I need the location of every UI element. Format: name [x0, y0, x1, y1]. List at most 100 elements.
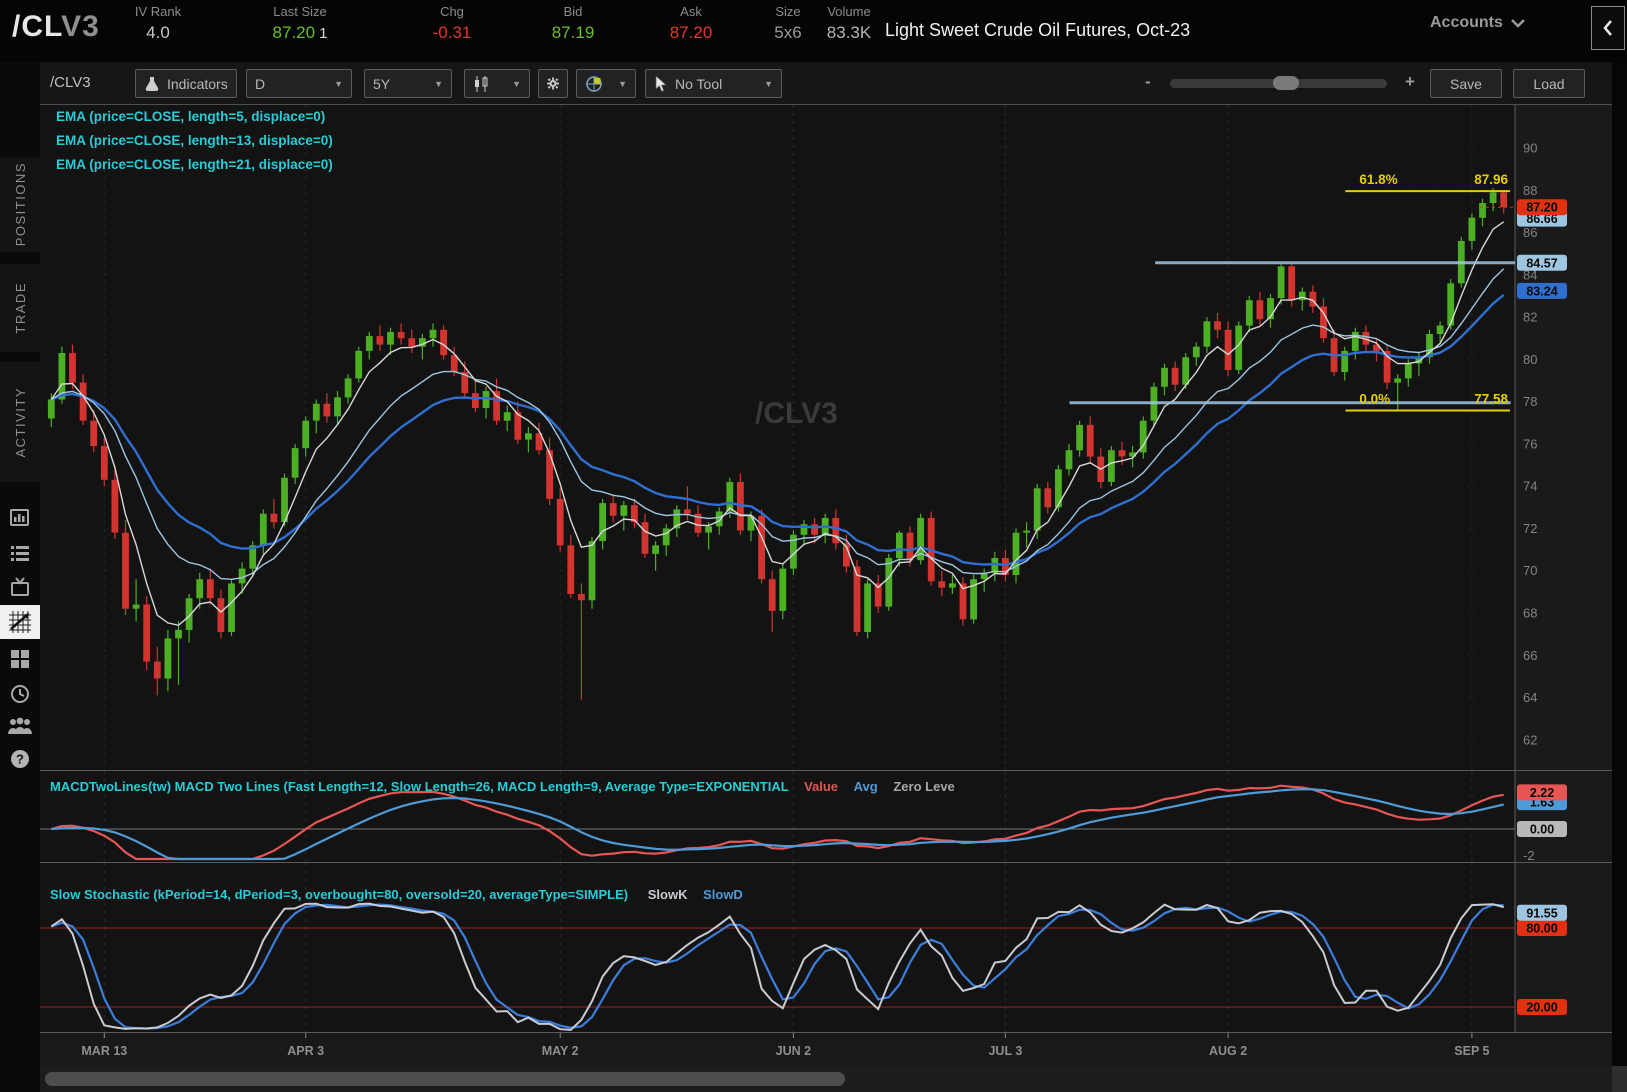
- time-axis-label: MAR 13: [81, 1044, 127, 1058]
- range-dropdown[interactable]: 5Y ▼: [364, 69, 452, 98]
- svg-text:77.58: 77.58: [1474, 392, 1508, 407]
- toolbar-symbol-label: /CLV3: [50, 74, 91, 91]
- chevron-down-icon: ▼: [618, 78, 627, 89]
- indicators-button[interactable]: Indicators: [135, 69, 237, 98]
- zoom-slider[interactable]: [1170, 76, 1387, 90]
- collapse-panel-button[interactable]: [1591, 6, 1625, 50]
- svg-text:86: 86: [1523, 225, 1537, 240]
- svg-text:83.24: 83.24: [1526, 284, 1557, 298]
- svg-text:88: 88: [1523, 183, 1537, 198]
- stochastic-panel: 80.00 20.00 91.55 Slow Stochastic (kPeriod…: [40, 862, 1627, 1032]
- timeframe-dropdown[interactable]: D ▼: [246, 69, 352, 98]
- axis-badge: 80.00: [1517, 920, 1567, 936]
- chart-type-dropdown[interactable]: ▼: [464, 69, 530, 98]
- axis-badge: 20.00: [1517, 999, 1567, 1015]
- svg-text:0.0%: 0.0%: [1359, 392, 1390, 407]
- quote-field-ask: Ask 87.20: [669, 4, 713, 42]
- svg-text:62: 62: [1523, 732, 1537, 747]
- collapsed-right-panel: [1612, 62, 1627, 1066]
- cursor-icon: [655, 75, 667, 92]
- svg-text:61.8%: 61.8%: [1359, 172, 1397, 187]
- accounts-dropdown[interactable]: Accounts: [1430, 14, 1525, 32]
- time-axis-label: SEP 5: [1454, 1044, 1489, 1058]
- help-icon[interactable]: ?: [0, 744, 40, 774]
- time-axis: MAR 13 APR 3 MAY 2 JUN 2 JUL 3 AUG 2 SEP 5: [40, 1032, 1627, 1066]
- time-axis-label: AUG 2: [1209, 1044, 1247, 1058]
- chart-settings-button[interactable]: [538, 69, 568, 98]
- drawing-set-dropdown[interactable]: ▼: [576, 69, 636, 98]
- quote-field-size: Size 5x6: [774, 4, 802, 42]
- candlestick-icon: [475, 75, 488, 92]
- svg-text:66: 66: [1523, 648, 1537, 663]
- quote-field-last-size: Last Size 87.20 1: [272, 4, 328, 42]
- active-tool-label: No Tool: [675, 75, 723, 92]
- symbol-title: /CLV3: [12, 10, 100, 43]
- quote-field-volume: Volume 83.3K: [826, 4, 872, 42]
- svg-text:78: 78: [1523, 394, 1537, 409]
- range-label: 5Y: [373, 75, 391, 92]
- accounts-label: Accounts: [1430, 14, 1503, 31]
- watchlist-icon[interactable]: [0, 538, 40, 568]
- chevron-down-icon: ▼: [764, 78, 773, 89]
- axis-badge: 84.57: [1517, 254, 1567, 271]
- svg-text:90: 90: [1523, 141, 1537, 156]
- sidebar-tab-trade[interactable]: TRADE: [0, 264, 40, 352]
- chart-icon[interactable]: [0, 605, 40, 639]
- price-chart: 626466687072747678808284868890/CLV361.8%…: [40, 105, 1627, 770]
- quote-field-bid: Bid 87.19: [551, 4, 595, 42]
- load-button[interactable]: Load: [1513, 69, 1585, 98]
- timeframe-label: D: [255, 75, 266, 92]
- app-root: /CLV3 IV Rank 4.0 Last Size 87.20 1 Chg -0.31 B…: [0, 0, 1627, 1092]
- axis-badge: 2.22: [1517, 784, 1567, 801]
- indicators-label: Indicators: [167, 75, 228, 92]
- svg-text:80.00: 80.00: [1526, 922, 1557, 936]
- community-icon[interactable]: [0, 711, 40, 741]
- time-axis-label: JUL 3: [988, 1044, 1022, 1058]
- grid-icon[interactable]: [0, 644, 40, 674]
- zoom-out-button[interactable]: -: [1145, 72, 1151, 92]
- axis-badge: 91.55: [1517, 904, 1567, 921]
- svg-text:84.57: 84.57: [1526, 256, 1557, 270]
- svg-text:74: 74: [1523, 479, 1537, 494]
- svg-text:?: ?: [16, 752, 24, 767]
- svg-text:91.55: 91.55: [1526, 906, 1557, 920]
- chevron-down-icon: ▼: [434, 78, 443, 89]
- svg-text:82: 82: [1523, 310, 1537, 325]
- news-icon[interactable]: [0, 503, 40, 533]
- chevron-down-icon: ▼: [334, 78, 343, 89]
- svg-text:80: 80: [1523, 352, 1537, 367]
- svg-text:2.22: 2.22: [1530, 786, 1554, 800]
- svg-text:76: 76: [1523, 436, 1537, 451]
- active-tool-dropdown[interactable]: No Tool ▼: [645, 69, 782, 98]
- sidebar-tab-positions[interactable]: POSITIONS: [0, 157, 40, 252]
- svg-text:20.00: 20.00: [1526, 1001, 1557, 1015]
- instrument-description: Light Sweet Crude Oil Futures, Oct-23: [885, 20, 1191, 40]
- horizontal-scrollbar[interactable]: [40, 1066, 1627, 1092]
- svg-text:87.96: 87.96: [1474, 172, 1508, 187]
- studies-icon: [145, 76, 159, 91]
- axis-badge: 0.00: [1517, 821, 1567, 837]
- svg-text:-2: -2: [1523, 848, 1535, 862]
- horizontal-scrollbar-thumb[interactable]: [45, 1072, 845, 1086]
- zoom-in-button[interactable]: +: [1405, 72, 1415, 92]
- sidebar-tab-activity[interactable]: ACTIVITY: [0, 362, 40, 482]
- save-button[interactable]: Save: [1430, 69, 1502, 98]
- zoom-slider-thumb[interactable]: [1273, 76, 1299, 90]
- chevron-down-icon: [1511, 18, 1525, 28]
- left-sidebar: POSITIONS TRADE ACTIVITY?: [0, 62, 40, 1092]
- price-chart-panel: 62 64 66 68 70 72 74 76 78 80 82 84 86 88 90/CLV3 61.8%…: [40, 105, 1627, 770]
- svg-text:64: 64: [1523, 690, 1537, 705]
- chart-toolbar: /CLV3 Indicators D ▼ 5Y ▼ ▼ ▼ No Tool ▼ - +…: [40, 62, 1627, 105]
- scrollbar-corner: [1612, 1066, 1627, 1092]
- time-axis-label: MAY 2: [542, 1044, 579, 1058]
- quote-field-chg: Chg -0.31: [432, 4, 472, 42]
- time-axis-label: JUN 2: [776, 1044, 811, 1058]
- axis-badge: 83.24: [1517, 282, 1567, 299]
- time-axis-label: APR 3: [287, 1044, 324, 1058]
- history-icon[interactable]: [0, 679, 40, 709]
- axis-badge: 87.20: [1517, 199, 1567, 216]
- svg-text:70: 70: [1523, 563, 1537, 578]
- tv-icon[interactable]: [0, 572, 40, 602]
- load-label: Load: [1533, 75, 1565, 92]
- time-axis-labels: MAR 13 APR 3 MAY 2 JUN 2 JUL 3 AUG 2 SEP 5: [81, 1033, 1490, 1058]
